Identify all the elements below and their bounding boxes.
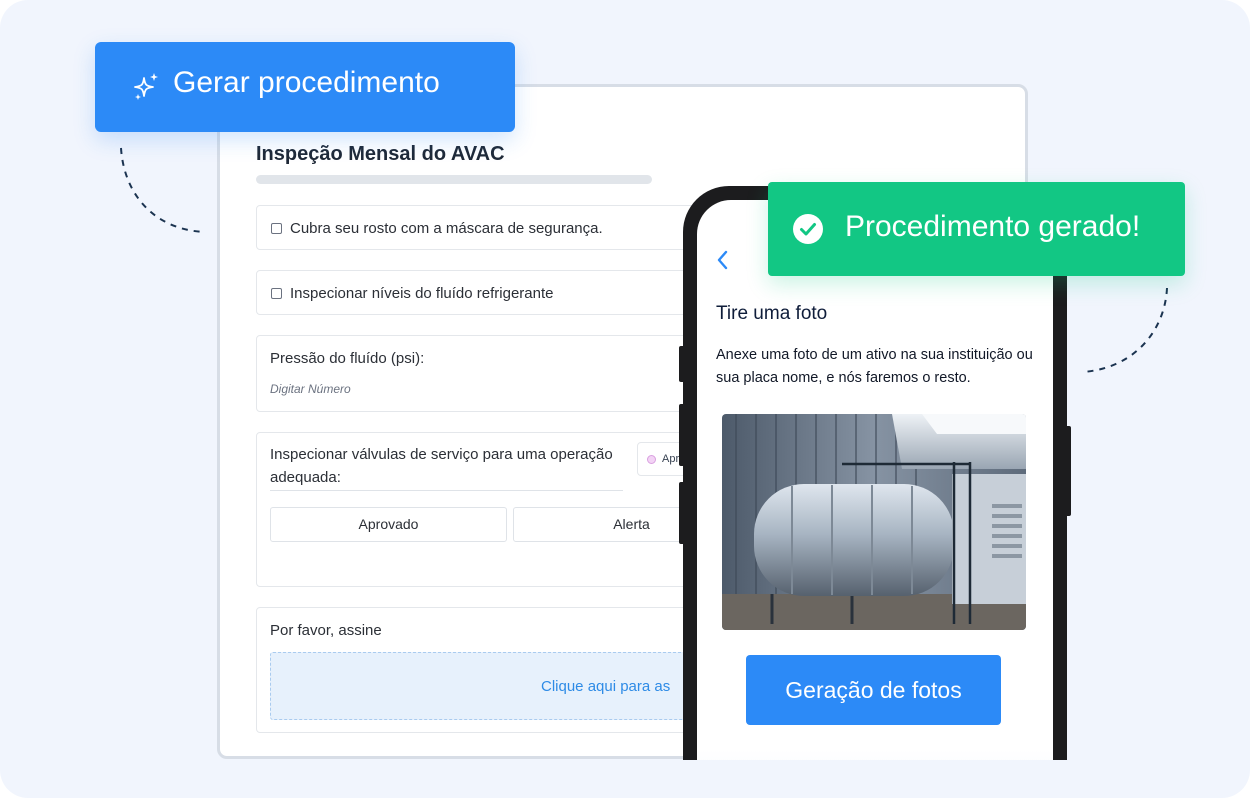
dashed-connector-right — [1082, 287, 1168, 373]
phone-bottom-fade — [670, 760, 1090, 798]
sparkle-icon — [134, 73, 158, 100]
pressure-number-field[interactable]: Pressão do fluído (psi): Digitar Número — [256, 335, 716, 412]
badge-label: Procedimento gerado! — [845, 210, 1141, 243]
signature-field: Por favor, assine Clique aqui para as — [256, 607, 740, 733]
number-input-placeholder[interactable]: Digitar Número — [270, 382, 351, 396]
phone-side-button — [1065, 426, 1071, 516]
hvac-unit-photo — [722, 414, 1026, 630]
phone-side-button — [679, 482, 685, 544]
checklist-item-refrigerant[interactable]: Inspecionar níveis do fluído refrigerant… — [256, 270, 716, 315]
phone-mockup: Tire uma foto Anexe uma foto de um ativo… — [679, 186, 1071, 798]
photo-generation-button[interactable]: Geração de fotos — [746, 655, 1001, 725]
check-circle-icon — [793, 214, 823, 244]
chip-dot-icon — [647, 455, 656, 464]
phone-screen: Tire uma foto Anexe uma foto de um ativo… — [697, 200, 1053, 798]
valve-inspection-field: Inspecionar válvulas de serviço para uma… — [256, 432, 750, 587]
checkbox-row: Inspecionar níveis do fluído refrigerant… — [271, 285, 554, 302]
option-approved-button[interactable]: Aprovado — [270, 507, 507, 542]
phone-side-button — [679, 404, 685, 466]
signature-pad[interactable]: Clique aqui para as — [270, 652, 740, 720]
chevron-left-icon[interactable] — [713, 248, 733, 272]
field-label: Por favor, assine — [270, 622, 382, 639]
question-label: Inspecionar válvulas de serviço para uma… — [270, 446, 613, 486]
screen-description: Anexe uma foto de um ativo na sua instit… — [716, 347, 1033, 386]
checkbox-row: Cubra seu rosto com a máscara de seguran… — [271, 220, 603, 237]
checkbox[interactable] — [271, 288, 282, 299]
question-underline — [270, 490, 623, 491]
phone-side-button — [679, 346, 685, 382]
checklist-item-mask[interactable]: Cubra seu rosto com a máscara de seguran… — [256, 205, 716, 250]
checkbox[interactable] — [271, 223, 282, 234]
checkbox-label: Cubra seu rosto com a máscara de seguran… — [290, 220, 603, 237]
badge-label: Gerar procedimento — [173, 66, 440, 99]
title-underline-bar — [256, 175, 652, 184]
generate-procedure-badge[interactable]: Gerar procedimento — [95, 42, 515, 132]
form-title: Inspeção Mensal do AVAC — [256, 143, 505, 165]
field-label: Pressão do fluído (psi): — [270, 350, 425, 367]
stage: Inspeção Mensal do AVAC Cubra seu rosto … — [0, 0, 1250, 798]
signature-action-text: Clique aqui para as — [541, 678, 671, 695]
dashed-connector-left — [120, 147, 206, 233]
procedure-generated-badge: Procedimento gerado! — [768, 182, 1185, 276]
checkbox-label: Inspecionar níveis do fluído refrigerant… — [290, 285, 554, 302]
screen-title: Tire uma foto — [716, 303, 828, 324]
